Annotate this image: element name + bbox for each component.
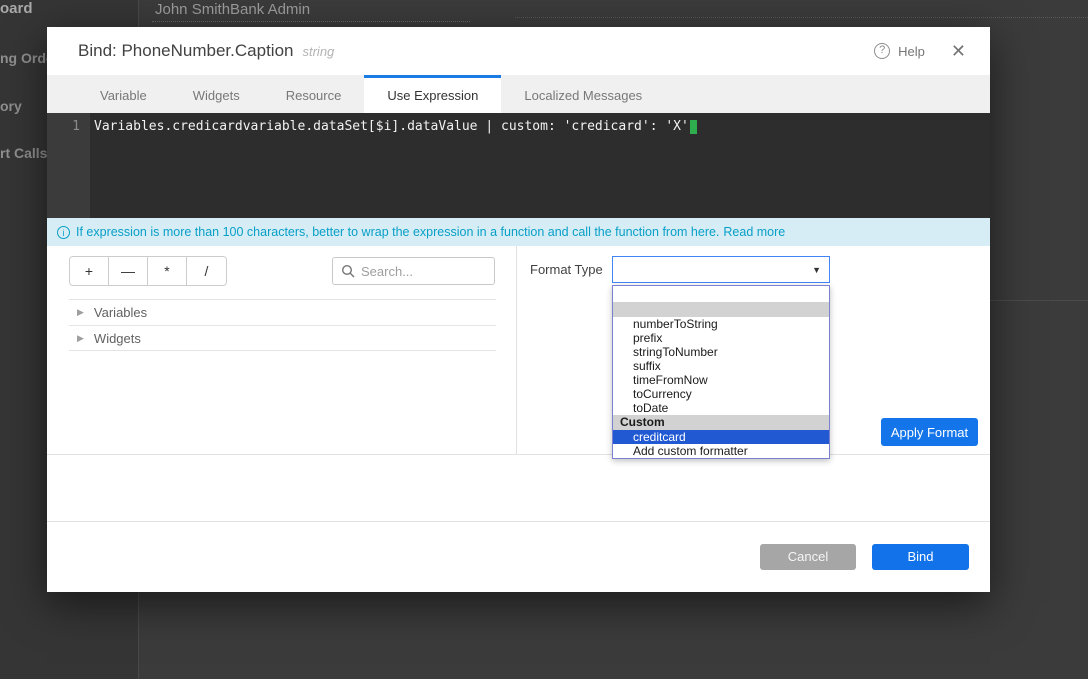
background-divider [990, 300, 1088, 301]
multiply-operator-button[interactable]: * [148, 257, 187, 285]
dropdown-group-custom: Custom [613, 415, 829, 430]
editor-line-number: 1 [47, 113, 90, 218]
expression-text: Variables.credicardvariable.dataSet[$i].… [94, 119, 689, 134]
tab-widgets[interactable]: Widgets [170, 75, 263, 113]
search-icon [341, 264, 355, 278]
expression-tools-panel: + — * / ▶ Variables ▶ Widgets [47, 246, 517, 454]
divide-operator-button[interactable]: / [187, 257, 226, 285]
dialog-tab-bar: Variable Widgets Resource Use Expression… [47, 75, 990, 113]
dropdown-option-tocurrency[interactable]: toCurrency [613, 387, 829, 401]
close-icon[interactable]: ✕ [951, 43, 966, 59]
format-type-select[interactable]: ▼ [612, 256, 830, 283]
info-text: If expression is more than 100 character… [76, 225, 719, 239]
tree-item-label: Widgets [94, 331, 141, 346]
plus-operator-button[interactable]: + [70, 257, 109, 285]
dialog-content: + — * / ▶ Variables ▶ Widgets [47, 246, 990, 455]
text-cursor [690, 120, 697, 134]
search-input[interactable] [361, 264, 486, 279]
sidebar-item-alert-calls[interactable]: rt Calls [0, 145, 47, 161]
read-more-link[interactable]: Read more [723, 225, 785, 239]
tab-localized-messages[interactable]: Localized Messages [501, 75, 665, 113]
tree-item-variables[interactable]: ▶ Variables [69, 299, 496, 325]
dropdown-option-prefix[interactable]: prefix [613, 331, 829, 345]
tab-resource[interactable]: Resource [263, 75, 365, 113]
chevron-right-icon[interactable]: ▶ [77, 333, 84, 344]
background-field-underline [152, 21, 470, 22]
sidebar-item-dashboard[interactable]: oard [0, 0, 33, 17]
tab-use-expression[interactable]: Use Expression [364, 75, 501, 113]
info-icon: i [57, 226, 70, 239]
chevron-right-icon[interactable]: ▶ [77, 307, 84, 318]
content-spacer [47, 455, 990, 521]
minus-operator-button[interactable]: — [109, 257, 148, 285]
tree-item-widgets[interactable]: ▶ Widgets [69, 325, 496, 351]
operator-button-group: + — * / [69, 256, 227, 286]
dropdown-option-numbertostring[interactable]: numberToString [613, 317, 829, 331]
bind-source-tree: ▶ Variables ▶ Widgets [69, 299, 496, 351]
format-type-dropdown-list: numberToString prefix stringToNumber suf… [612, 285, 830, 459]
background-user-text: John SmithBank Admin [155, 1, 310, 18]
apply-format-button[interactable]: Apply Format [881, 418, 978, 446]
dialog-header: Bind: PhoneNumber.Caption string ? Help … [47, 27, 990, 75]
help-link[interactable]: Help [898, 44, 925, 59]
tab-variable[interactable]: Variable [77, 75, 170, 113]
dropdown-option-add-custom-formatter[interactable]: Add custom formatter [613, 444, 829, 458]
dropdown-option-timefromnow[interactable]: timeFromNow [613, 373, 829, 387]
dropdown-option-creditcard[interactable]: creditcard [613, 430, 829, 444]
dialog-type-label: string [302, 44, 334, 59]
search-box [332, 257, 495, 285]
cancel-button[interactable]: Cancel [760, 544, 856, 570]
bind-button[interactable]: Bind [872, 544, 969, 570]
tree-item-label: Variables [94, 305, 147, 320]
editor-code-line[interactable]: Variables.credicardvariable.dataSet[$i].… [90, 113, 697, 218]
format-type-label: Format Type [530, 262, 603, 277]
bind-dialog: Bind: PhoneNumber.Caption string ? Help … [47, 27, 990, 592]
expression-editor[interactable]: 1 Variables.credicardvariable.dataSet[$i… [47, 113, 990, 218]
dropdown-option-suffix[interactable]: suffix [613, 359, 829, 373]
dialog-footer: Cancel Bind [47, 521, 990, 591]
sidebar-item-history[interactable]: ory [0, 98, 22, 114]
dropdown-option-stringtonumber[interactable]: stringToNumber [613, 345, 829, 359]
dialog-title: Bind: PhoneNumber.Caption [78, 41, 293, 61]
dropdown-option-todate[interactable]: toDate [613, 401, 829, 415]
background-field-underline-2 [515, 17, 1088, 18]
help-icon[interactable]: ? [874, 43, 890, 59]
dropdown-option-empty[interactable] [613, 286, 829, 302]
caret-down-icon: ▼ [812, 265, 821, 275]
dropdown-group-default [613, 302, 829, 317]
info-bar: i If expression is more than 100 charact… [47, 218, 990, 246]
